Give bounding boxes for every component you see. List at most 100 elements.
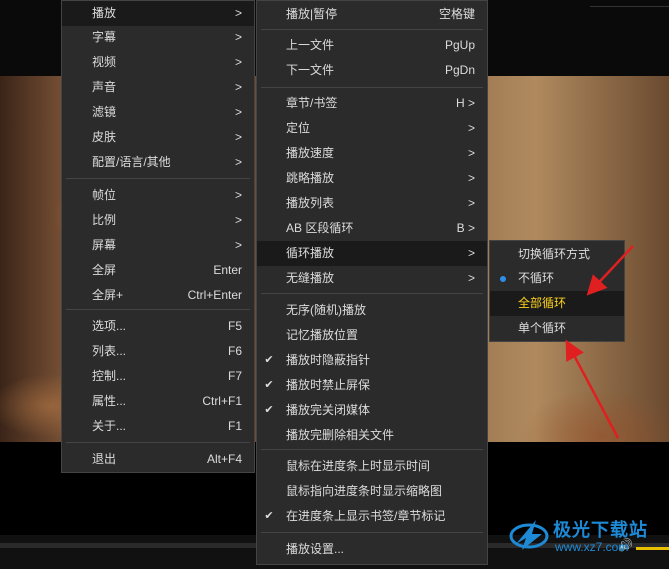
menu-item-label: 全部循环 xyxy=(518,296,567,310)
play-menu-item[interactable]: 章节/书签 H > xyxy=(257,91,487,116)
play-menu-item[interactable]: ✔ 播放完关闭媒体 xyxy=(257,398,487,423)
menu-item-shortcut: 空格键 xyxy=(438,7,475,21)
menu-separator xyxy=(261,293,483,294)
menu-separator xyxy=(261,87,483,88)
menu-item-shortcut: Ctrl+F1 xyxy=(202,394,242,408)
main-menu-item[interactable]: 选项... F5 xyxy=(62,314,254,339)
play-menu-item[interactable]: 下一文件 PgDn xyxy=(257,58,487,83)
main-menu-item[interactable]: 帧位 > xyxy=(62,183,254,208)
menu-item-label: 播放|暂停 xyxy=(286,7,338,21)
menu-item-shortcut: > xyxy=(467,121,475,135)
menu-item-label: 跳略播放 xyxy=(286,171,335,185)
play-menu-item[interactable]: 循环播放 > xyxy=(257,241,487,266)
menu-separator xyxy=(261,449,483,450)
main-menu-item[interactable]: 字幕 > xyxy=(62,25,254,50)
main-menu-item[interactable]: 皮肤 > xyxy=(62,125,254,150)
play-menu-item[interactable]: 播放设置... xyxy=(257,537,487,562)
menu-separator xyxy=(261,29,483,30)
main-menu-item[interactable]: 滤镜 > xyxy=(62,100,254,125)
play-menu-item[interactable]: ✔ 播放时隐蔽指针 xyxy=(257,348,487,373)
loop-menu-item[interactable]: 不循环 xyxy=(490,266,624,291)
play-menu-item[interactable]: 记忆播放位置 xyxy=(257,323,487,348)
menu-item-label: 切换循环方式 xyxy=(518,247,591,261)
main-menu-item[interactable]: 播放 > xyxy=(62,1,254,26)
menu-item-shortcut: PgUp xyxy=(444,38,475,52)
window-controls[interactable] xyxy=(590,0,669,7)
menu-item-label: 循环播放 xyxy=(286,246,335,260)
menu-item-label: 控制... xyxy=(92,369,127,383)
main-menu-item[interactable]: 退出 Alt+F4 xyxy=(62,447,254,472)
menu-item-shortcut: F6 xyxy=(227,344,242,358)
menu-item-label: 鼠标指向进度条时显示缩略图 xyxy=(286,484,443,498)
checkmark-icon: ✔ xyxy=(264,379,274,391)
play-menu-item[interactable]: 鼠标在进度条上时显示时间 xyxy=(257,454,487,479)
menu-item-label: 播放设置... xyxy=(286,542,345,556)
watermark-url: www.xz7.com xyxy=(555,540,629,554)
menu-item-shortcut: Alt+F4 xyxy=(206,452,242,466)
menu-item-shortcut: Ctrl+Enter xyxy=(187,288,242,302)
menu-item-label: 下一文件 xyxy=(286,63,335,77)
menu-item-label: 播放完删除相关文件 xyxy=(286,428,395,442)
play-menu-item[interactable]: 播放|暂停 空格键 xyxy=(257,2,487,27)
main-menu-item[interactable]: 比例 > xyxy=(62,208,254,233)
play-menu-item[interactable]: ✔ 在进度条上显示书签/章节标记 xyxy=(257,504,487,529)
menu-item-label: 播放时隐蔽指针 xyxy=(286,353,371,367)
main-context-menu: 播放 > 字幕 > 视频 > 声音 > 滤镜 > 皮肤 > 配置/语言/其他 > 帧位 > 比例 > 屏幕 > 全屏 En… xyxy=(61,0,255,473)
loop-menu-item[interactable]: 切换循环方式 xyxy=(490,242,624,267)
loop-menu-item[interactable]: 单个循环 xyxy=(490,316,624,341)
loop-menu-item[interactable]: 全部循环 xyxy=(490,291,624,316)
menu-separator xyxy=(66,309,250,310)
menu-item-shortcut: > xyxy=(234,80,242,94)
menu-item-label: 鼠标在进度条上时显示时间 xyxy=(286,459,431,473)
play-menu-item[interactable]: 定位 > xyxy=(257,116,487,141)
main-menu-item[interactable]: 视频 > xyxy=(62,50,254,75)
play-menu-item[interactable]: 无序(随机)播放 xyxy=(257,298,487,323)
menu-separator xyxy=(261,532,483,533)
menu-item-shortcut: > xyxy=(467,146,475,160)
menu-item-shortcut: > xyxy=(234,6,242,20)
watermark-title: 极光下载站 xyxy=(553,520,648,540)
play-menu-item[interactable]: AB 区段循环 B > xyxy=(257,216,487,241)
menu-item-shortcut: B > xyxy=(456,221,475,235)
menu-item-label: 视频 xyxy=(92,55,117,69)
play-menu-item[interactable]: 无缝播放 > xyxy=(257,266,487,291)
menu-item-label: 在进度条上显示书签/章节标记 xyxy=(286,509,446,523)
menu-item-label: 退出 xyxy=(92,452,117,466)
main-menu-item[interactable]: 声音 > xyxy=(62,75,254,100)
play-menu-item[interactable]: 播放列表 > xyxy=(257,191,487,216)
main-menu-item[interactable]: 全屏+ Ctrl+Enter xyxy=(62,283,254,308)
menu-item-shortcut: F7 xyxy=(227,369,242,383)
main-menu-item[interactable]: 属性... Ctrl+F1 xyxy=(62,389,254,414)
menu-item-label: 帧位 xyxy=(92,188,117,202)
menu-item-shortcut: Enter xyxy=(213,263,242,277)
main-menu-item[interactable]: 配置/语言/其他 > xyxy=(62,150,254,175)
main-menu-item[interactable]: 关于... F1 xyxy=(62,414,254,439)
menu-item-label: 播放 xyxy=(92,6,117,20)
play-menu-item[interactable]: 播放完删除相关文件 xyxy=(257,423,487,448)
menu-item-shortcut: > xyxy=(234,130,242,144)
main-menu-item[interactable]: 全屏 Enter xyxy=(62,258,254,283)
menu-item-label: 选项... xyxy=(92,319,127,333)
checkmark-icon: ✔ xyxy=(264,510,274,522)
main-menu-item[interactable]: 控制... F7 xyxy=(62,364,254,389)
menu-item-shortcut: > xyxy=(234,188,242,202)
play-menu-item[interactable]: 鼠标指向进度条时显示缩略图 xyxy=(257,479,487,504)
menu-item-shortcut: > xyxy=(234,30,242,44)
main-menu-item[interactable]: 列表... F6 xyxy=(62,339,254,364)
play-menu-item[interactable]: 播放速度 > xyxy=(257,141,487,166)
menu-item-label: 字幕 xyxy=(92,30,117,44)
play-menu-item[interactable]: 跳略播放 > xyxy=(257,166,487,191)
menu-item-shortcut: > xyxy=(234,238,242,252)
menu-item-label: 屏幕 xyxy=(92,238,117,252)
menu-item-shortcut: F1 xyxy=(227,419,242,433)
menu-item-label: 列表... xyxy=(92,344,127,358)
menu-item-shortcut: > xyxy=(467,196,475,210)
menu-item-label: 无缝播放 xyxy=(286,271,335,285)
play-menu-item[interactable]: 上一文件 PgUp xyxy=(257,33,487,58)
radio-selected-icon xyxy=(500,276,506,282)
main-menu-item[interactable]: 屏幕 > xyxy=(62,233,254,258)
menu-separator xyxy=(66,178,250,179)
menu-item-label: 播放列表 xyxy=(286,196,335,210)
menu-item-label: 无序(随机)播放 xyxy=(286,303,366,317)
play-menu-item[interactable]: ✔ 播放时禁止屏保 xyxy=(257,373,487,398)
